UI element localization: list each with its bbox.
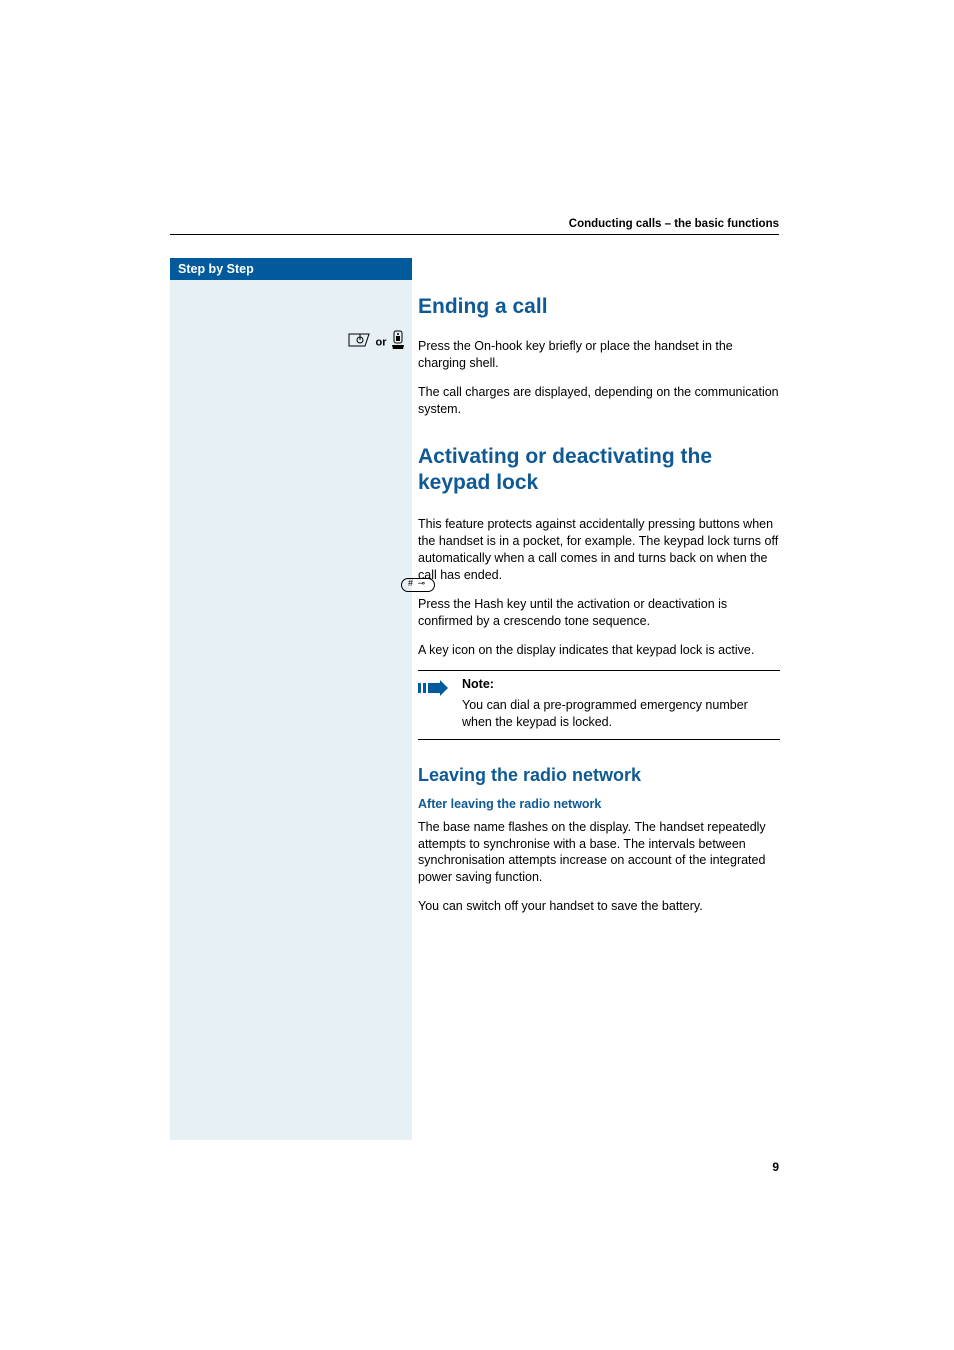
main-content: Ending a call Press the On-hook key brie…: [418, 294, 780, 927]
body-text: You can switch off your handset to save …: [418, 898, 780, 915]
step-sidebar: [170, 258, 412, 1140]
body-text: The base name flashes on the display. Th…: [418, 819, 780, 887]
charging-cradle-icon: [391, 330, 405, 355]
heading-keypad-lock: Activating or deactivating the keypad lo…: [418, 444, 780, 497]
subheading-after-leaving: After leaving the radio network: [418, 797, 780, 811]
note-text: You can dial a pre-programmed emergency …: [462, 697, 780, 731]
body-text: This feature protects against accidental…: [418, 516, 780, 584]
note-box: Note: You can dial a pre-programmed emer…: [418, 670, 780, 740]
heading-leaving-radio: Leaving the radio network: [418, 764, 780, 787]
note-arrow-icon: [418, 677, 462, 731]
onhook-key-icon: [347, 332, 371, 353]
running-header: Conducting calls – the basic functions: [170, 218, 779, 235]
body-text: Press the On-hook key briefly or place t…: [418, 338, 780, 372]
or-label: or: [376, 337, 387, 349]
note-label: Note:: [462, 677, 780, 691]
body-text: Press the Hash key until the activation …: [418, 596, 780, 630]
heading-ending-call: Ending a call: [418, 294, 780, 320]
aside-onhook-or-cradle: or: [330, 330, 405, 355]
manual-page: Conducting calls – the basic functions S…: [0, 0, 954, 1350]
step-sidebar-title: Step by Step: [170, 258, 412, 280]
body-text: A key icon on the display indicates that…: [418, 642, 780, 659]
page-number: 9: [772, 1160, 779, 1174]
body-text: The call charges are displayed, dependin…: [418, 384, 780, 418]
